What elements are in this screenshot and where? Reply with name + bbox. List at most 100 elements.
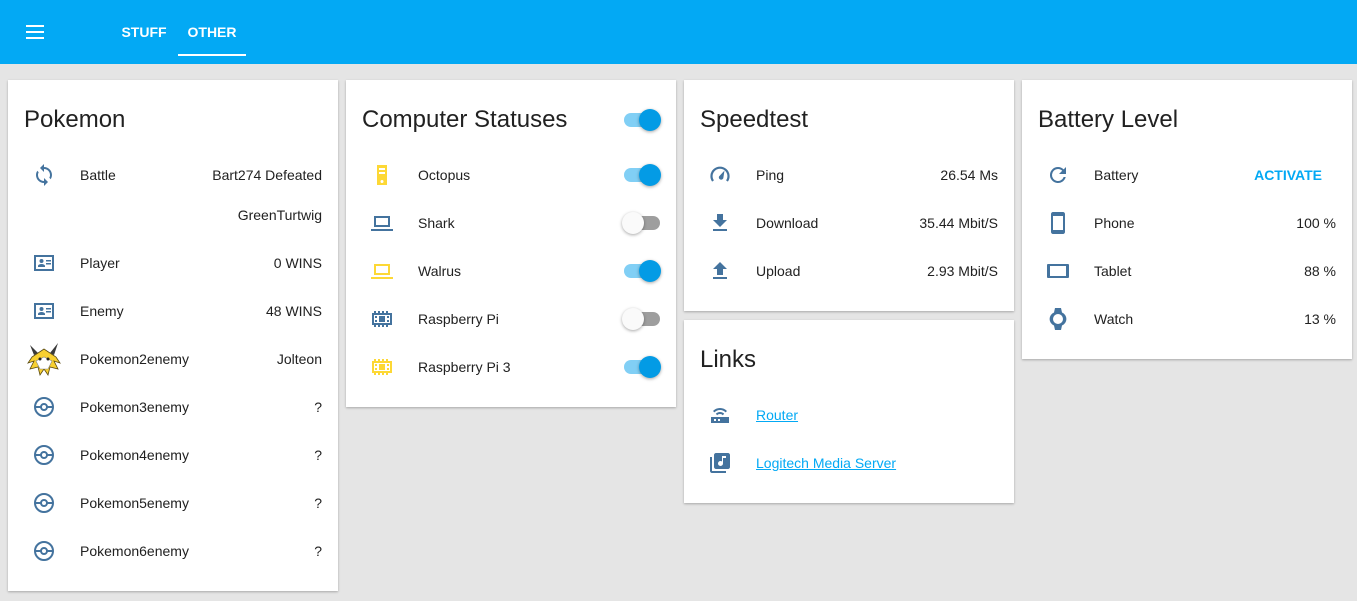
row-label: Upload bbox=[756, 263, 801, 279]
activate-button[interactable]: ACTIVATE bbox=[1254, 167, 1322, 183]
row-label: Enemy bbox=[80, 303, 124, 319]
pokeball-icon bbox=[24, 439, 64, 471]
menu-icon[interactable] bbox=[20, 20, 52, 44]
row-value: ? bbox=[314, 495, 322, 511]
logitech-media-server-link[interactable]: Logitech Media Server bbox=[756, 455, 896, 471]
laptop-icon bbox=[362, 255, 402, 287]
row-value: ? bbox=[314, 399, 322, 415]
pokemon-row-enemy[interactable]: Enemy 48 WINS bbox=[8, 291, 338, 331]
pokemon-card: Pokemon Battle Bart274 Defeated GreenTur… bbox=[8, 80, 338, 591]
row-label: Download bbox=[756, 215, 819, 231]
router-icon bbox=[700, 399, 740, 431]
computer-statuses-card: Computer Statuses Octopus Shark Walrus R… bbox=[346, 80, 676, 407]
row-label: Tablet bbox=[1094, 263, 1132, 279]
row-value: Jolteon bbox=[276, 351, 322, 367]
desktop-tower-icon bbox=[362, 159, 402, 191]
raspberry-pi-toggle[interactable] bbox=[622, 307, 660, 331]
pokemon-row-battle-cont: GreenTurtwig bbox=[8, 195, 338, 235]
pokeball-icon bbox=[24, 487, 64, 519]
download-icon bbox=[700, 207, 740, 239]
logitech-link-text[interactable]: Logitech Media Server bbox=[756, 455, 896, 471]
tab-stuff[interactable]: STUFF bbox=[112, 0, 176, 64]
card-title: Computer Statuses bbox=[362, 106, 568, 133]
music-library-icon bbox=[700, 447, 740, 479]
pokemon-row-pokemon4[interactable]: Pokemon4enemy ? bbox=[8, 435, 338, 475]
walrus-toggle[interactable] bbox=[622, 259, 661, 283]
battery-row-battery[interactable]: Battery ACTIVATE bbox=[1022, 155, 1352, 195]
pokemon-row-pokemon3[interactable]: Pokemon3enemy ? bbox=[8, 387, 338, 427]
raspberry-pi-3-toggle[interactable] bbox=[622, 355, 661, 379]
laptop-icon bbox=[362, 207, 402, 239]
link-row-router[interactable]: Router bbox=[684, 395, 1014, 435]
pokemon-row-pokemon2[interactable]: Pokemon2enemy Jolteon bbox=[8, 339, 338, 379]
row-label: Pokemon5enemy bbox=[80, 495, 189, 511]
app-toolbar: STUFF OTHER bbox=[0, 0, 1357, 64]
row-label: Raspberry Pi 3 bbox=[418, 359, 511, 375]
row-label: Raspberry Pi bbox=[418, 311, 499, 327]
upload-icon bbox=[700, 255, 740, 287]
row-label: Phone bbox=[1094, 215, 1135, 231]
shark-toggle[interactable] bbox=[622, 211, 660, 235]
row-value: 13 % bbox=[1304, 311, 1336, 327]
row-label: Pokemon3enemy bbox=[80, 399, 189, 415]
battery-row-watch[interactable]: Watch 13 % bbox=[1022, 299, 1352, 339]
row-value: 48 WINS bbox=[265, 303, 322, 319]
row-label: Player bbox=[80, 255, 120, 271]
row-label: Pokemon2enemy bbox=[80, 351, 189, 367]
link-row-logitech[interactable]: Logitech Media Server bbox=[684, 443, 1014, 483]
row-value-continued: GreenTurtwig bbox=[237, 207, 322, 223]
row-value: 100 % bbox=[1296, 215, 1336, 231]
row-value: ? bbox=[314, 543, 322, 559]
circuit-board-icon bbox=[362, 351, 402, 383]
jolteon-sprite-icon bbox=[24, 343, 64, 376]
row-label: Octopus bbox=[418, 167, 471, 183]
watch-icon bbox=[1038, 303, 1078, 335]
row-value: 88 % bbox=[1304, 263, 1336, 279]
speedtest-row-ping[interactable]: Ping 26.54 Ms bbox=[684, 155, 1014, 195]
pokeball-icon bbox=[24, 391, 64, 423]
row-label: Battery bbox=[1094, 167, 1139, 183]
battery-row-phone[interactable]: Phone 100 % bbox=[1022, 203, 1352, 243]
group-toggle[interactable] bbox=[622, 108, 661, 132]
pokemon-row-player[interactable]: Player 0 WINS bbox=[8, 243, 338, 283]
row-label: Walrus bbox=[418, 263, 462, 279]
cellphone-icon bbox=[1038, 207, 1078, 239]
router-link-text[interactable]: Router bbox=[756, 407, 798, 423]
computer-row-raspberry-pi[interactable]: Raspberry Pi bbox=[346, 299, 676, 339]
computer-row-octopus[interactable]: Octopus bbox=[346, 155, 676, 195]
speedtest-row-download[interactable]: Download 35.44 Mbit/S bbox=[684, 203, 1014, 243]
tablet-icon bbox=[1038, 255, 1078, 287]
row-label: Battle bbox=[80, 167, 116, 183]
account-card-icon bbox=[24, 295, 64, 327]
battery-row-tablet[interactable]: Tablet 88 % bbox=[1022, 251, 1352, 291]
row-label: Pokemon6enemy bbox=[80, 543, 189, 559]
row-value: 35.44 Mbit/S bbox=[919, 215, 998, 231]
row-label: Pokemon4enemy bbox=[80, 447, 189, 463]
pokemon-row-pokemon6[interactable]: Pokemon6enemy ? bbox=[8, 531, 338, 571]
row-value: 0 WINS bbox=[273, 255, 322, 271]
speedometer-icon bbox=[700, 159, 740, 191]
card-title: Pokemon bbox=[24, 106, 126, 133]
sync-icon bbox=[24, 159, 64, 191]
row-value: 26.54 Ms bbox=[940, 167, 998, 183]
refresh-icon bbox=[1038, 159, 1078, 191]
row-label: Shark bbox=[418, 215, 455, 231]
pokemon-row-pokemon5[interactable]: Pokemon5enemy ? bbox=[8, 483, 338, 523]
account-card-icon bbox=[24, 247, 64, 279]
speedtest-row-upload[interactable]: Upload 2.93 Mbit/S bbox=[684, 251, 1014, 291]
row-value: ? bbox=[314, 447, 322, 463]
links-card: Links Router Logitech Media Server bbox=[684, 320, 1014, 503]
computer-row-shark[interactable]: Shark bbox=[346, 203, 676, 243]
row-label: Watch bbox=[1094, 311, 1134, 327]
computer-row-walrus[interactable]: Walrus bbox=[346, 251, 676, 291]
row-value: Bart274 Defeated bbox=[212, 167, 322, 183]
row-value: 2.93 Mbit/S bbox=[927, 263, 998, 279]
circuit-board-icon bbox=[362, 303, 402, 335]
router-link[interactable]: Router bbox=[756, 407, 798, 423]
octopus-toggle[interactable] bbox=[622, 163, 661, 187]
pokemon-row-battle[interactable]: Battle Bart274 Defeated bbox=[8, 155, 338, 195]
card-title: Links bbox=[700, 346, 757, 373]
pokeball-icon bbox=[24, 535, 64, 567]
active-tab-indicator bbox=[178, 54, 246, 56]
computer-row-raspberry-pi-3[interactable]: Raspberry Pi 3 bbox=[346, 347, 676, 387]
